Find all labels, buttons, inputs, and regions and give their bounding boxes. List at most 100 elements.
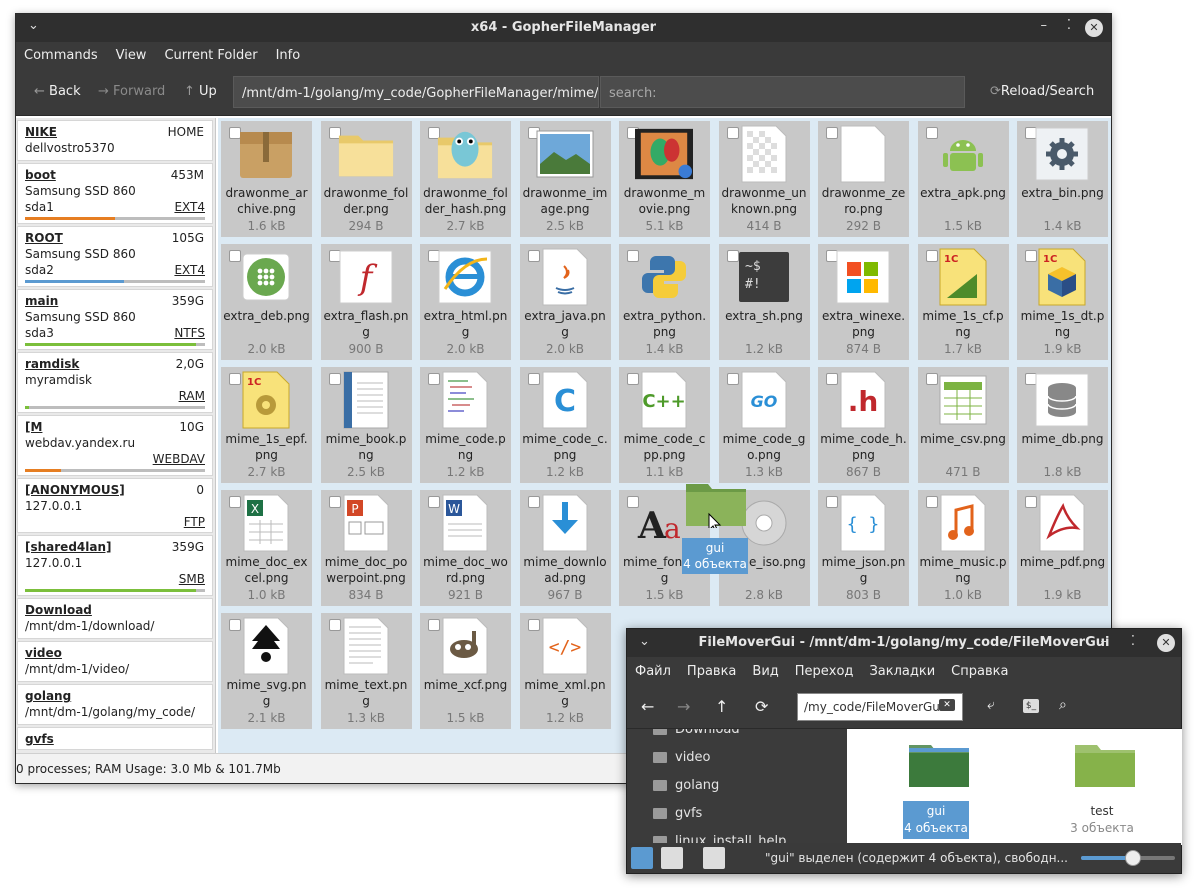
file-tile[interactable]: drawonme_zero.png 292 B <box>818 121 909 237</box>
mover-forward-icon[interactable]: → <box>677 697 690 716</box>
sidebar-item-fstype[interactable]: EXT4 <box>174 200 205 214</box>
sidebar-toggle-icon[interactable] <box>703 847 725 869</box>
file-tile[interactable]: extra_java.png 2.0 kB <box>519 244 611 360</box>
sidebar-item[interactable]: [shared4lan] 359G 127.0.0.1 SMB <box>17 535 213 596</box>
mover-back-icon[interactable]: ← <box>641 697 654 716</box>
file-tile[interactable]: mime_code.png 1.2 kB <box>420 367 511 483</box>
clear-location-icon[interactable]: ✕ <box>939 699 955 711</box>
mover-maximize-icon[interactable]: ⁚ <box>1131 634 1135 649</box>
sidebar-item-fstype[interactable]: SMB <box>179 572 205 586</box>
file-tile[interactable]: mime_xcf.png 1.5 kB <box>420 613 511 729</box>
file-tile[interactable]: Wmime_doc_word.png 921 B <box>420 490 511 606</box>
file-name: mime_json.png <box>821 555 906 585</box>
file-tile[interactable]: extra_bin.png 1.4 kB <box>1017 121 1108 237</box>
file-tile[interactable]: Pmime_doc_powerpoint.png 834 B <box>320 490 412 606</box>
file-tile[interactable]: drawonme_folder.png 294 B <box>320 121 412 237</box>
file-tile[interactable]: .h mime_code_h.png 867 B <box>818 367 909 483</box>
search-input[interactable]: search: <box>600 76 965 108</box>
sidebar-item[interactable]: ROOT 105G Samsung SSD 860 sda2 EXT4 <box>17 226 213 287</box>
sidebar-item[interactable]: NIKE HOME dellvostro5370 <box>17 120 213 161</box>
sidebar-item-fstype[interactable]: EXT4 <box>174 263 205 277</box>
sidebar-item[interactable]: gvfs <box>17 727 213 750</box>
file-tile[interactable]: drawonme_image.png 2.5 kB <box>519 121 611 237</box>
sidebar-item-fstype[interactable]: NTFS <box>174 326 205 340</box>
places-toggle-icon[interactable] <box>631 847 653 869</box>
file-tile[interactable]: C++ mime_code_cpp.png 1.1 kB <box>619 367 710 483</box>
mover-reload-icon[interactable]: ⟳ <box>755 697 768 716</box>
sidebar-item[interactable]: Download/mnt/dm-1/download/ <box>17 598 213 639</box>
menu-help[interactable]: Справка <box>951 664 1008 679</box>
menu-current-folder[interactable]: Current Folder <box>164 48 257 63</box>
file-tile[interactable]: mime_db.png 1.8 kB <box>1017 367 1108 483</box>
file-tile[interactable]: drawonme_archive.png 1.6 kB <box>221 121 312 237</box>
menu-commands[interactable]: Commands <box>24 48 98 63</box>
file-tile[interactable]: drawonme_unknown.png 414 B <box>718 121 810 237</box>
file-tile[interactable]: { } mime_json.png 803 B <box>818 490 909 606</box>
place-item[interactable]: Download <box>627 729 847 743</box>
folder-item[interactable]: test 3 объекта <box>1065 739 1139 839</box>
toggle-location-icon[interactable]: ⤶ <box>987 697 995 713</box>
minimize-icon[interactable]: – <box>1041 18 1048 33</box>
file-tile[interactable]: 1С mime_1s_dt.png 1.9 kB <box>1017 244 1108 360</box>
maximize-icon[interactable]: ⁚ <box>1067 18 1071 33</box>
file-tile[interactable]: </> mime_xml.png 1.2 kB <box>519 613 611 729</box>
menu-edit[interactable]: Правка <box>687 664 736 679</box>
zoom-knob[interactable] <box>1124 850 1141 866</box>
sidebar-item[interactable]: boot 453M Samsung SSD 860 sda1 EXT4 <box>17 163 213 224</box>
file-tile[interactable]: drawonme_folder_hash.png 2.7 kB <box>420 121 511 237</box>
file-tile[interactable]: 1С mime_1s_cf.png 1.7 kB <box>917 244 1009 360</box>
file-tile[interactable]: Xmime_doc_excel.png 1.0 kB <box>221 490 312 606</box>
forward-button[interactable]: → Forward <box>98 84 165 99</box>
file-tile[interactable]: extra_python.png 1.4 kB <box>619 244 710 360</box>
search-icon[interactable]: ⌕ <box>1059 697 1067 713</box>
back-button[interactable]: ← Back <box>34 84 81 99</box>
sidebar-item[interactable]: ramdisk 2,0G myramdisk RAM <box>17 352 213 413</box>
menu-file[interactable]: Файл <box>635 664 671 679</box>
file-tile[interactable]: mime_pdf.png 1.9 kB <box>1017 490 1108 606</box>
file-tile[interactable]: mime_download.png 967 B <box>519 490 611 606</box>
place-item[interactable]: golang <box>627 771 847 799</box>
file-tile[interactable]: 1С mime_1s_epf.png 2.7 kB <box>221 367 312 483</box>
place-item[interactable]: video <box>627 743 847 771</box>
place-item[interactable]: gvfs <box>627 799 847 827</box>
up-button[interactable]: ↑ Up <box>184 84 217 99</box>
path-input[interactable]: /mnt/dm-1/golang/my_code/GopherFileManag… <box>233 76 599 108</box>
sidebar-item[interactable]: golang/mnt/dm-1/golang/my_code/ <box>17 684 213 725</box>
file-name: extra_html.png <box>423 309 508 339</box>
mover-minimize-icon[interactable]: – <box>1101 634 1108 649</box>
sidebar-item[interactable]: [ANONYMOUS] 0 127.0.0.1 FTP <box>17 478 213 533</box>
sidebar-item[interactable]: main 359G Samsung SSD 860 sda3 NTFS <box>17 289 213 350</box>
sidebar-item[interactable]: [M 10G webdav.yandex.ru WEBDAV <box>17 415 213 476</box>
mover-up-icon[interactable]: ↑ <box>715 697 728 716</box>
menu-info[interactable]: Info <box>276 48 301 63</box>
sidebar-item-fstype[interactable]: WEBDAV <box>153 452 205 466</box>
file-tile[interactable]: extra_deb.png 2.0 kB <box>221 244 312 360</box>
menu-go[interactable]: Переход <box>795 664 854 679</box>
file-tile[interactable]: drawonme_movie.png 5.1 kB <box>619 121 710 237</box>
file-tile[interactable]: mime_book.png 2.5 kB <box>320 367 412 483</box>
sidebar-item-fstype[interactable]: RAM <box>179 389 205 403</box>
menu-view[interactable]: View <box>116 48 147 63</box>
close-icon[interactable]: ✕ <box>1085 19 1103 37</box>
zoom-slider[interactable] <box>1081 850 1175 866</box>
menu-bookmarks[interactable]: Закладки <box>869 664 935 679</box>
sidebar-item-fstype[interactable]: FTP <box>184 515 205 529</box>
reload-search-button[interactable]: ⟳Reload/Search <box>990 84 1094 99</box>
file-tile[interactable]: Cmime_code_c.png 1.2 kB <box>519 367 611 483</box>
sidebar-item[interactable]: video/mnt/dm-1/video/ <box>17 641 213 682</box>
file-tile[interactable]: GO mime_code_go.png 1.3 kB <box>718 367 810 483</box>
file-tile[interactable]: mime_svg.png 2.1 kB <box>221 613 312 729</box>
file-tile[interactable]: extra_apk.png 1.5 kB <box>917 121 1009 237</box>
file-tile[interactable]: f extra_flash.png 900 B <box>320 244 412 360</box>
folder-item[interactable]: gui 4 объекта <box>899 739 973 839</box>
file-tile[interactable]: mime_music.png 1.0 kB <box>917 490 1009 606</box>
terminal-icon[interactable]: $_ <box>1023 699 1039 713</box>
file-tile[interactable]: mime_csv.png 471 B <box>917 367 1009 483</box>
mover-close-icon[interactable]: ✕ <box>1157 634 1175 652</box>
file-tile[interactable]: ~$ #! extra_sh.png 1.2 kB <box>718 244 810 360</box>
menu-view-ru[interactable]: Вид <box>752 664 778 679</box>
file-tile[interactable]: extra_html.png 2.0 kB <box>420 244 511 360</box>
tree-toggle-icon[interactable] <box>661 847 683 869</box>
file-tile[interactable]: extra_winexe.png 874 B <box>818 244 909 360</box>
file-tile[interactable]: mime_text.png 1.3 kB <box>320 613 412 729</box>
